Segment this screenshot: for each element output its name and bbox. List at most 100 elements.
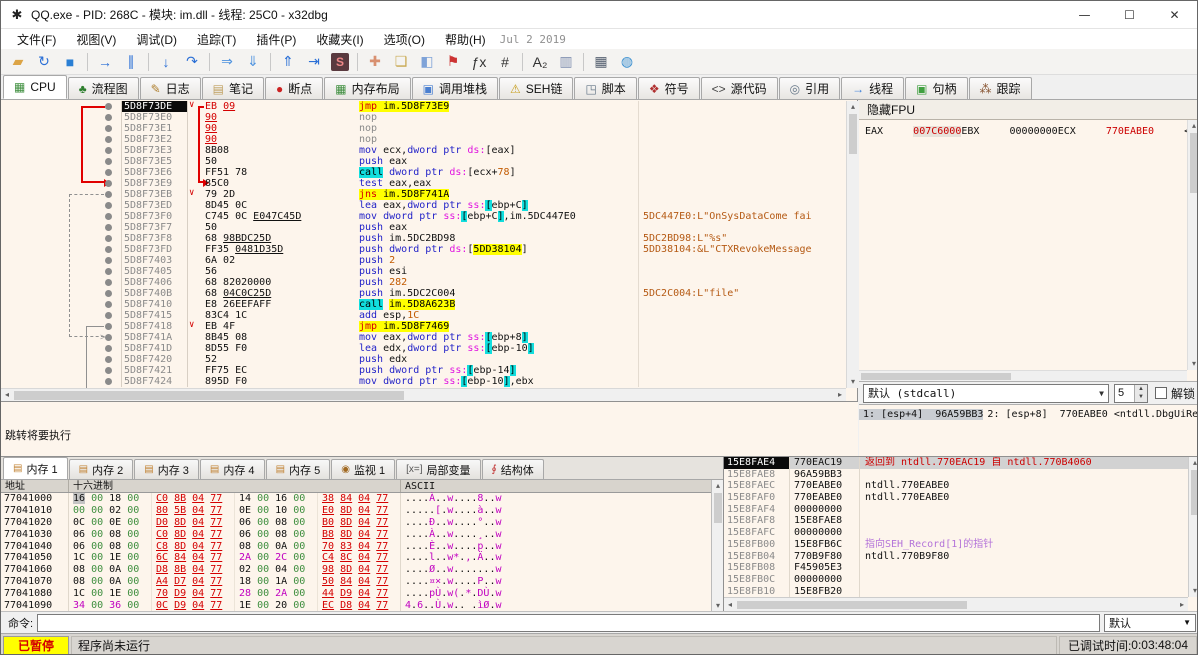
- disasm-row[interactable]: 5D8F73EB∨79 2Djns im.5D8F741A: [1, 189, 846, 200]
- disasm-row[interactable]: 5D8F740B68 04C0C25Dpush im.5DC2C0045DC2C…: [1, 288, 846, 299]
- disasm-row[interactable]: 5D8F73E38B08mov ecx,dword ptr ds:[eax]: [1, 145, 846, 156]
- stack-vertical-scrollbar[interactable]: ▴ ▾: [1188, 457, 1198, 597]
- tab-内存 1[interactable]: ▤内存 1: [3, 457, 68, 479]
- tab-线程[interactable]: →线程: [841, 77, 904, 99]
- tab-源代码[interactable]: <>源代码: [701, 77, 778, 99]
- tab-脚本[interactable]: ◳脚本: [574, 77, 636, 99]
- menu-item-1[interactable]: 视图(V): [66, 31, 126, 49]
- tab-结构体[interactable]: ∮结构体: [482, 459, 544, 479]
- tab-监视 1[interactable]: ◉监视 1: [331, 459, 395, 479]
- disasm-row[interactable]: 5D8F7424895D F0mov dword ptr ss:[ebp-10]…: [1, 376, 846, 387]
- checkbox-icon[interactable]: [1155, 387, 1167, 399]
- stack-rows[interactable]: 15E8FAE4770EAC19返回到 ntdll.770EAC19 自 ntd…: [724, 457, 1188, 597]
- tab-日志[interactable]: ✎日志: [140, 77, 201, 99]
- memory-row[interactable]: 7704106008 00 0A 00D8 8B 04 7702 00 04 0…: [1, 564, 711, 576]
- tab-内存 4[interactable]: ▤内存 4: [200, 459, 265, 479]
- disasm-row[interactable]: 5D8F73E6FF51 78call dword ptr ds:[ecx+78…: [1, 167, 846, 178]
- menu-item-0[interactable]: 文件(F): [7, 31, 66, 49]
- disasm-row[interactable]: 5D8F741583C4 1Cadd esp,1C: [1, 310, 846, 321]
- tab-调用堆栈[interactable]: ▣调用堆栈: [412, 77, 498, 99]
- stack-row[interactable]: 15E8FB08F45905E3: [724, 562, 1188, 574]
- tab-引用[interactable]: ◎引用: [779, 77, 841, 99]
- stack-row[interactable]: 15E8FB0015E8FB6C指向SEH_Record[1]的指针: [724, 539, 1188, 551]
- menu-item-2[interactable]: 调试(D): [126, 31, 187, 49]
- disasm-row[interactable]: 5D8F73F868 98BDC25Dpush im.5DC2BD985DC2B…: [1, 233, 846, 244]
- memory-row[interactable]: 7704100016 00 18 00C0 8B 04 7714 00 16 0…: [1, 493, 711, 505]
- memory-dump-table[interactable]: 地址 十六进制 ASCII 7704100016 00 18 00C0 8B 0…: [1, 480, 711, 612]
- stack-row[interactable]: 15E8FAF400000000: [724, 504, 1188, 516]
- disasm-row[interactable]: 5D8F740556push esi: [1, 266, 846, 277]
- disasm-row[interactable]: 5D8F741D8D55 F0lea edx,dword ptr ss:[ebp…: [1, 343, 846, 354]
- step-over-button[interactable]: ↷: [180, 51, 204, 73]
- memory-row[interactable]: 7704107008 00 0A 00A4 D7 04 7718 00 1A 0…: [1, 576, 711, 588]
- memory-row[interactable]: 770410801C 00 1E 0070 D9 04 7728 00 2A 0…: [1, 588, 711, 600]
- comments-button[interactable]: ❏: [389, 51, 413, 73]
- disasm-row[interactable]: 5D8F73F750push eax: [1, 222, 846, 233]
- stack-row[interactable]: 15E8FAF815E8FAE8: [724, 515, 1188, 527]
- disasm-row[interactable]: 5D8F7410E8 26EEFAFFcall im.5D8A623B: [1, 299, 846, 310]
- calling-convention-select[interactable]: 默认 (stdcall) ▼: [863, 384, 1109, 403]
- labels-button[interactable]: ◧: [415, 51, 439, 73]
- internet-button[interactable]: ◍: [615, 51, 639, 73]
- tab-流程图[interactable]: ♣流程图: [68, 77, 139, 99]
- disasm-row[interactable]: 5D8F73DE∨EB 09jmp im.5D8F73E9: [1, 101, 846, 112]
- step-into-button[interactable]: ↓: [154, 51, 178, 73]
- disasm-row[interactable]: 5D8F7418∨EB 4Fjmp im.5D8F7469: [1, 321, 846, 332]
- minimize-button[interactable]: —: [1062, 1, 1107, 29]
- tab-笔记[interactable]: ▤笔记: [202, 77, 264, 99]
- patches-button[interactable]: ✚: [363, 51, 387, 73]
- execute-till-return-button[interactable]: ⇑: [276, 51, 300, 73]
- disasm-row[interactable]: 5D8F73E550push eax: [1, 156, 846, 167]
- tab-符号[interactable]: ❖符号: [638, 77, 700, 99]
- command-profile-select[interactable]: 默认 ▼: [1104, 614, 1196, 632]
- stack-row[interactable]: 15E8FAEC770EABE0ntdll.770EABE0: [724, 480, 1188, 492]
- spin-up-icon[interactable]: ▲: [1135, 385, 1147, 394]
- tab-SEH链[interactable]: ⚠SEH链: [499, 77, 573, 99]
- run-button[interactable]: →: [93, 51, 117, 73]
- disasm-horizontal-scrollbar[interactable]: ◂ ▸: [1, 388, 846, 401]
- bookmarks-button[interactable]: ⚑: [441, 51, 465, 73]
- memory-row[interactable]: 770410200C 00 0E 00D0 8D 04 7706 00 08 0…: [1, 517, 711, 529]
- spin-down-icon[interactable]: ▼: [1135, 393, 1147, 402]
- arguments-list[interactable]: 1: [esp+4] 96A59BB32: [esp+8] 770EABE0 <…: [859, 406, 1198, 456]
- run-to-user-code-button[interactable]: ⇥: [302, 51, 326, 73]
- disasm-row[interactable]: 5D8F741A8B45 08mov eax,dword ptr ss:[ebp…: [1, 332, 846, 343]
- tab-内存布局[interactable]: ▦内存布局: [324, 77, 410, 99]
- animate-over-button[interactable]: ⇓: [241, 51, 265, 73]
- memory-row[interactable]: 770410501C 00 1E 006C 84 04 772A 00 2C 0…: [1, 552, 711, 564]
- assemble-button[interactable]: A₂: [528, 51, 552, 73]
- stack-row[interactable]: 15E8FAF0770EABE0ntdll.770EABE0: [724, 492, 1188, 504]
- registers-vertical-scrollbar[interactable]: ▴ ▾: [1187, 120, 1198, 370]
- menu-item-3[interactable]: 追踪(T): [187, 31, 246, 49]
- calculator-button[interactable]: ▦: [589, 51, 613, 73]
- disasm-row[interactable]: 5D8F73E190nop: [1, 123, 846, 134]
- tab-内存 5[interactable]: ▤内存 5: [266, 459, 331, 479]
- tab-CPU[interactable]: ▦CPU: [3, 75, 67, 99]
- tab-内存 2[interactable]: ▤内存 2: [69, 459, 134, 479]
- memory-row[interactable]: 7704101000 00 02 0080 5B 04 770E 00 10 0…: [1, 505, 711, 517]
- animate-into-button[interactable]: ⇒: [215, 51, 239, 73]
- disasm-row[interactable]: 5D8F740668 82020000push 282: [1, 277, 846, 288]
- memory-row[interactable]: 7704104006 00 08 00C8 8D 04 7708 00 0A 0…: [1, 541, 711, 553]
- tab-句柄[interactable]: ▣句柄: [905, 77, 967, 99]
- memory-row[interactable]: 7704103006 00 08 00C0 8D 04 7706 00 08 0…: [1, 529, 711, 541]
- stack-horizontal-scrollbar[interactable]: ◂ ▸: [724, 597, 1188, 611]
- tab-局部变量[interactable]: [x=]局部变量: [396, 459, 480, 479]
- stack-row[interactable]: 15E8FAE4770EAC19返回到 ntdll.770EAC19 自 ntd…: [724, 457, 1188, 469]
- tab-断点[interactable]: ●断点: [265, 77, 323, 99]
- device-button[interactable]: ▥: [554, 51, 578, 73]
- close-button[interactable]: ✕: [1152, 1, 1197, 29]
- disasm-row[interactable]: 5D8F742052push edx: [1, 354, 846, 365]
- disassembly-rows[interactable]: > 5D8F73DE∨EB 09jmp im.5D8F73E95D8F73E09…: [1, 101, 846, 388]
- stop-button[interactable]: ■: [58, 51, 82, 73]
- disasm-row[interactable]: 5D8F73E090nop: [1, 112, 846, 123]
- register-row[interactable]: EBX 00000000: [961, 126, 1057, 137]
- argument-count-stepper[interactable]: 5 ▲▼: [1114, 384, 1148, 403]
- stack-row[interactable]: 15E8FB04770B9F80ntdll.770B9F80: [724, 551, 1188, 563]
- disasm-row[interactable]: 5D8F73F0C745 0C E047C45Dmov dword ptr ss…: [1, 211, 846, 222]
- disasm-row[interactable]: 5D8F73E290nop: [1, 134, 846, 145]
- menu-item-7[interactable]: 帮助(H): [435, 31, 496, 49]
- functions-button[interactable]: ƒx: [467, 51, 491, 73]
- stack-row[interactable]: 15E8FAE896A59BB3: [724, 469, 1188, 481]
- register-row[interactable]: EAX 007C6000: [865, 126, 961, 137]
